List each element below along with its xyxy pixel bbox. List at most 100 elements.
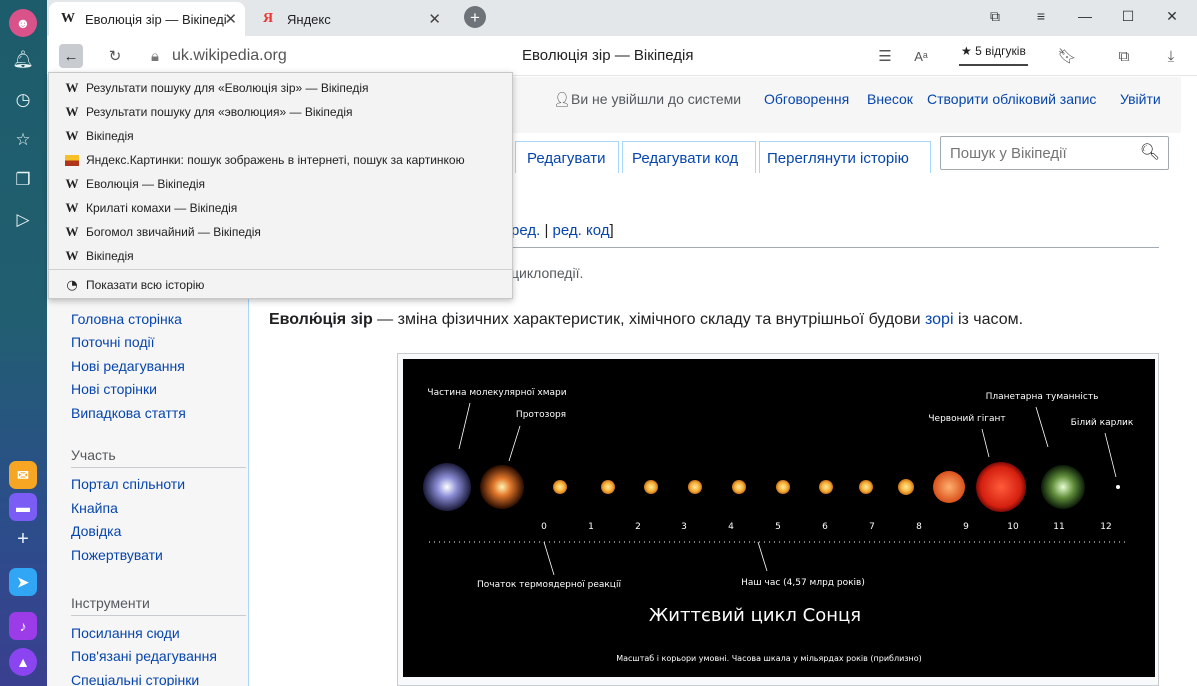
tick-label: 3 bbox=[681, 522, 687, 532]
profile-avatar-icon[interactable]: ☻ bbox=[9, 9, 37, 37]
sidebar-item-recent-changes[interactable]: Нові редагування bbox=[71, 358, 185, 374]
tabs-menu-icon[interactable]: ⧉ bbox=[985, 8, 1005, 25]
bookmark-icon[interactable]: 🔖︎ bbox=[1055, 44, 1079, 68]
send-icon[interactable]: ➤ bbox=[9, 568, 37, 596]
tick-label: 12 bbox=[1100, 522, 1111, 532]
search-icon[interactable]: 🔍︎ bbox=[1140, 142, 1160, 162]
history-item-label: Богомол звичайний — Вікіпедія bbox=[86, 225, 261, 239]
wikipedia-icon: W bbox=[65, 200, 79, 215]
lock-icon[interactable]: 🔒︎ bbox=[143, 44, 167, 68]
back-button[interactable]: ← bbox=[59, 44, 83, 68]
extensions-icon[interactable]: ⧉ bbox=[1112, 44, 1136, 68]
wikipedia-icon: W bbox=[65, 104, 79, 119]
edit-code-link[interactable]: ред. код bbox=[553, 222, 610, 239]
new-tab-button[interactable]: + bbox=[464, 6, 486, 28]
download-icon[interactable]: ⤓ bbox=[1159, 44, 1183, 68]
tick-label: 1 bbox=[588, 522, 594, 532]
play-icon[interactable]: ▷ bbox=[8, 205, 38, 235]
tagline: циклопедії. bbox=[511, 265, 584, 281]
add-app-icon[interactable]: + bbox=[8, 524, 38, 554]
tick-label: 2 bbox=[635, 522, 641, 532]
music-icon[interactable]: ♪ bbox=[9, 612, 37, 640]
divider bbox=[71, 467, 246, 468]
bell-icon[interactable]: 🔔︎ bbox=[8, 45, 38, 75]
tab-edit[interactable]: Редагувати bbox=[515, 141, 619, 173]
minimize-icon[interactable]: — bbox=[1075, 8, 1095, 24]
close-tab-icon[interactable]: ✕ bbox=[428, 10, 441, 28]
tick-label: 0 bbox=[541, 522, 547, 532]
history-item-label: Еволюція — Вікіпедія bbox=[86, 177, 206, 191]
history-item[interactable]: W Вікіпедія bbox=[49, 124, 512, 148]
clock-icon: ◔ bbox=[66, 277, 78, 293]
history-item[interactable]: W Результати пошуку для «эволюция» — Вікі… bbox=[49, 100, 512, 124]
menu-icon[interactable]: ≡ bbox=[1031, 8, 1051, 24]
lead-text: — зміна фізичних характеристик, хімічног… bbox=[372, 311, 925, 328]
mail-icon[interactable]: ✉ bbox=[9, 461, 37, 489]
messenger-icon[interactable]: ▬ bbox=[9, 493, 37, 521]
address-bar[interactable]: uk.wikipedia.org bbox=[172, 47, 287, 65]
history-item[interactable]: W Крилаті комахи — Вікіпедія bbox=[49, 196, 512, 220]
label-red-giant: Червоний гігант bbox=[928, 414, 1005, 424]
create-account-link[interactable]: Створити обліковий запис bbox=[927, 91, 1096, 107]
reload-icon[interactable]: ↻ bbox=[103, 44, 127, 68]
history-icon[interactable]: ◷ bbox=[8, 85, 38, 115]
sun-lifecycle-image[interactable]: Частина молекулярної хмари Протозоря Пла… bbox=[403, 359, 1155, 677]
tab-evolution[interactable]: W Еволюція зір — Вікіпеді ✕ bbox=[49, 2, 245, 36]
toolbar: ← ↻ 🔒︎ uk.wikipedia.org Еволюція зір — В… bbox=[47, 36, 1197, 76]
figure-scale-note: Масштаб і корьори умовні. Часова шкала у… bbox=[616, 654, 922, 663]
sidebar-item-what-links-here[interactable]: Посилання сюди bbox=[71, 625, 180, 641]
sidebar-item-portal[interactable]: Портал спільноти bbox=[71, 476, 185, 492]
search-input[interactable] bbox=[948, 138, 1138, 168]
close-window-icon[interactable]: ✕ bbox=[1162, 8, 1182, 25]
figure-title: Життєвий цикл Сонця bbox=[649, 605, 861, 626]
reader-mode-icon[interactable]: ☰ bbox=[873, 44, 897, 68]
tab-edit-source-label: Редагувати код bbox=[632, 150, 739, 167]
tab-history[interactable]: Переглянути історію bbox=[759, 141, 931, 173]
sidebar-item-special-pages[interactable]: Спеціальні сторінки bbox=[71, 672, 199, 686]
wikipedia-favicon-icon: W bbox=[61, 11, 75, 26]
translate-icon[interactable]: Aᵃ bbox=[909, 44, 933, 68]
edit-link-bracket: ] bbox=[609, 222, 614, 239]
talk-link[interactable]: Обговорення bbox=[764, 91, 849, 107]
divider bbox=[49, 269, 512, 270]
tab-yandex[interactable]: Я Яндекс ✕ bbox=[251, 2, 449, 36]
protostar bbox=[480, 465, 524, 509]
history-item-label: Крилаті комахи — Вікіпедія bbox=[86, 201, 238, 215]
search-box: 🔍︎ bbox=[940, 136, 1169, 170]
login-link[interactable]: Увійти bbox=[1120, 91, 1161, 107]
yandex-favicon-icon: Я bbox=[263, 11, 274, 26]
collections-icon[interactable]: ❐ bbox=[8, 165, 38, 195]
reviews-label: 5 відгуків bbox=[975, 44, 1026, 58]
history-item-label: Результати пошуку для «Еволюція зір» — В… bbox=[86, 81, 369, 95]
sidebar-item-donate[interactable]: Пожертвувати bbox=[71, 547, 163, 563]
tick-label: 7 bbox=[869, 522, 875, 532]
show-all-history[interactable]: ◔ Показати всю історію bbox=[49, 273, 512, 297]
bookmarks-star-icon[interactable]: ☆ bbox=[8, 125, 38, 155]
alice-assistant-icon[interactable]: ▲ bbox=[9, 648, 37, 676]
sidebar-item-main[interactable]: Головна сторінка bbox=[71, 311, 182, 327]
tab-strip: W Еволюція зір — Вікіпеді ✕ Я Яндекс ✕ +… bbox=[47, 0, 1197, 36]
sidebar-item-new-pages[interactable]: Нові сторінки bbox=[71, 381, 157, 397]
image-icon bbox=[65, 154, 79, 166]
history-item-label: Результати пошуку для «эволюция» — Вікіп… bbox=[86, 105, 353, 119]
article-title-bold: Еволю́ція зір bbox=[269, 311, 373, 328]
red-giant bbox=[976, 462, 1026, 512]
sidebar-item-related-changes[interactable]: Пов'язані редагування bbox=[71, 648, 217, 664]
close-tab-icon[interactable]: ✕ bbox=[224, 10, 237, 28]
star-link[interactable]: зорі bbox=[925, 311, 954, 328]
history-item[interactable]: Яндекс.Картинки: пошук зображень в інтер… bbox=[49, 148, 512, 172]
star-icon: ★ bbox=[961, 44, 976, 58]
reviews-badge[interactable]: ★ 5 відгуків bbox=[959, 44, 1028, 66]
sidebar-item-village-pump[interactable]: Кнайпа bbox=[71, 500, 118, 516]
contributions-link[interactable]: Внесок bbox=[867, 91, 913, 107]
sidebar-item-help[interactable]: Довідка bbox=[71, 523, 121, 539]
tab-edit-source[interactable]: Редагувати код bbox=[622, 141, 756, 173]
sidebar-item-random[interactable]: Випадкова стаття bbox=[71, 405, 186, 421]
history-item[interactable]: W Еволюція — Вікіпедія bbox=[49, 172, 512, 196]
edit-link[interactable]: ред. bbox=[511, 222, 540, 239]
maximize-icon[interactable]: ☐ bbox=[1118, 8, 1138, 25]
history-item[interactable]: W Вікіпедія bbox=[49, 244, 512, 268]
sidebar-item-current-events[interactable]: Поточні події bbox=[71, 334, 155, 350]
history-item[interactable]: W Результати пошуку для «Еволюція зір» — … bbox=[49, 76, 512, 100]
history-item[interactable]: W Богомол звичайний — Вікіпедія bbox=[49, 220, 512, 244]
